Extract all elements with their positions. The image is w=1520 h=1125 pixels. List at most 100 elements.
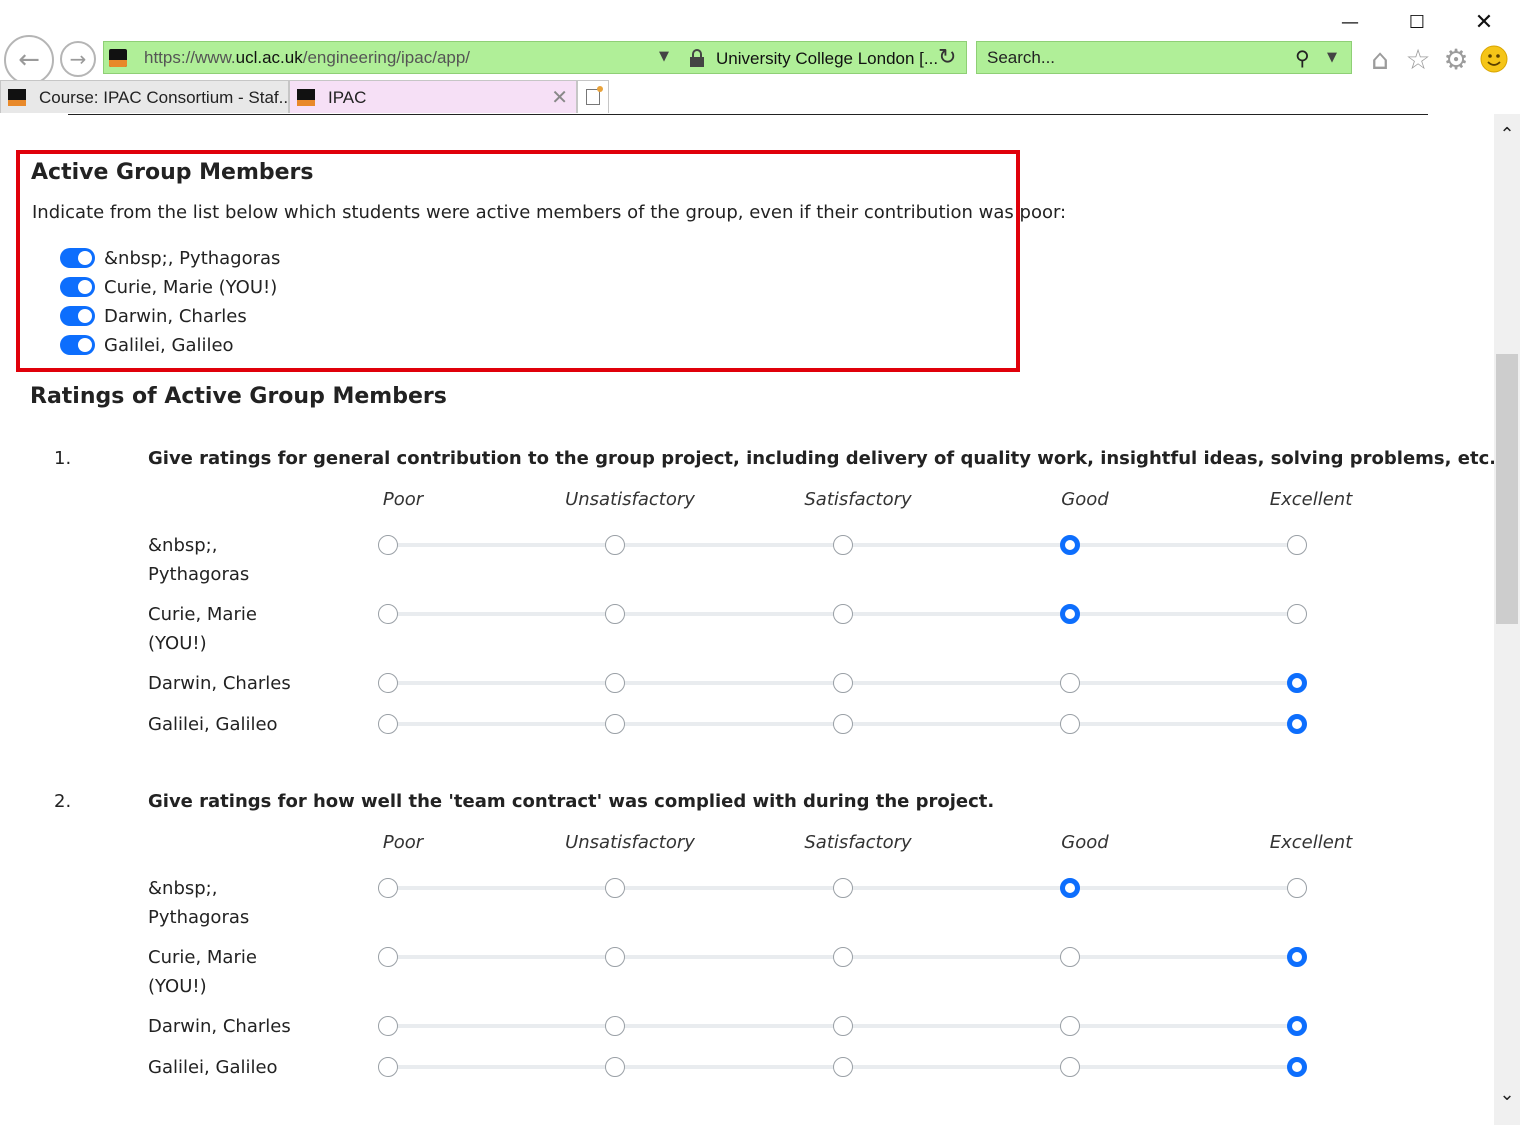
rating-radio-excellent[interactable]	[1287, 1016, 1307, 1036]
rating-row-name: Curie, Marie (YOU!)	[148, 604, 257, 654]
address-bar[interactable]: https://www.ucl.ac.uk/engineering/ipac/a…	[103, 41, 967, 74]
member-toggle-row: Curie, Marie (YOU!)	[60, 275, 277, 299]
search-icon[interactable]: ⚲	[1295, 46, 1310, 70]
scale-label-satisfactory: Satisfactory	[804, 832, 912, 853]
rating-radio-excellent[interactable]	[1287, 535, 1307, 555]
scrollbar-thumb[interactable]	[1496, 354, 1518, 624]
scale-label-good: Good	[1061, 832, 1109, 853]
search-box[interactable]: Search... ⚲ ▼	[976, 41, 1352, 74]
tab-favicon-icon	[297, 89, 315, 106]
rating-radio-unsatisfactory[interactable]	[605, 673, 625, 693]
address-dropdown-icon[interactable]: ▼	[659, 49, 669, 64]
question-number: 2.	[54, 791, 72, 812]
rating-radio-unsatisfactory[interactable]	[605, 947, 625, 967]
scale-label-excellent: Excellent	[1269, 489, 1353, 510]
scale-label-poor: Poor	[382, 832, 424, 853]
rating-radio-poor[interactable]	[378, 878, 398, 898]
rating-radio-unsatisfactory[interactable]	[605, 714, 625, 734]
rating-radio-excellent[interactable]	[1287, 714, 1307, 734]
scrollbar[interactable]: ⌃ ⌄	[1494, 114, 1520, 1125]
ratings-title: Ratings of Active Group Members	[30, 384, 447, 409]
search-dropdown-icon[interactable]: ▼	[1327, 50, 1337, 65]
question-text: Give ratings for how well the 'team cont…	[148, 791, 995, 812]
member-name: &nbsp;, Pythagoras	[104, 247, 281, 269]
rating-radio-unsatisfactory[interactable]	[605, 604, 625, 624]
tab-label: Course: IPAC Consortium - Staf...	[39, 88, 293, 107]
scroll-up-icon[interactable]: ⌃	[1494, 124, 1520, 145]
rating-radio-poor[interactable]	[378, 947, 398, 967]
rating-row-name: Galilei, Galileo	[148, 714, 278, 735]
scale-label-unsatisfactory: Unsatisfactory	[565, 489, 695, 510]
maximize-icon[interactable]: ☐	[1397, 8, 1437, 36]
rating-radio-good[interactable]	[1060, 673, 1080, 693]
question-text: Give ratings for general contribution to…	[148, 448, 1494, 469]
rating-radio-satisfactory[interactable]	[833, 1016, 853, 1036]
new-tab-icon	[586, 86, 603, 105]
rating-radio-poor[interactable]	[378, 1057, 398, 1077]
feedback-smiley-icon[interactable]	[1478, 43, 1510, 75]
site-favicon-icon	[109, 49, 127, 67]
rating-radio-good[interactable]	[1060, 535, 1080, 555]
tab-strip: Course: IPAC Consortium - Staf... IPAC ✕	[0, 80, 1520, 114]
divider	[68, 114, 1428, 115]
forward-icon[interactable]: →	[60, 41, 96, 77]
active-member-switch[interactable]	[60, 248, 95, 268]
rating-radio-good[interactable]	[1060, 714, 1080, 734]
rating-radio-poor[interactable]	[378, 604, 398, 624]
section-description: Indicate from the list below which stude…	[32, 202, 1067, 223]
refresh-icon[interactable]: ↻	[938, 45, 956, 70]
favorites-star-icon[interactable]: ☆	[1402, 43, 1434, 76]
settings-gear-icon[interactable]: ⚙	[1440, 43, 1472, 76]
rating-radio-unsatisfactory[interactable]	[605, 878, 625, 898]
minimize-icon[interactable]: —	[1330, 8, 1370, 36]
url-text[interactable]: https://www.ucl.ac.uk/engineering/ipac/a…	[144, 48, 470, 68]
rating-radio-excellent[interactable]	[1287, 947, 1307, 967]
rating-radio-satisfactory[interactable]	[833, 535, 853, 555]
rating-radio-unsatisfactory[interactable]	[605, 1057, 625, 1077]
lock-icon[interactable]	[689, 49, 705, 67]
new-tab-button[interactable]	[577, 80, 609, 113]
scale-label-good: Good	[1061, 489, 1109, 510]
site-identity[interactable]: University College London [...	[716, 49, 938, 69]
rating-radio-poor[interactable]	[378, 535, 398, 555]
rating-radio-satisfactory[interactable]	[833, 604, 853, 624]
member-name: Curie, Marie (YOU!)	[104, 276, 278, 298]
rating-radio-poor[interactable]	[378, 1016, 398, 1036]
home-icon[interactable]: ⌂	[1364, 43, 1396, 76]
rating-radio-poor[interactable]	[378, 673, 398, 693]
scroll-down-icon[interactable]: ⌄	[1494, 1084, 1520, 1105]
rating-row-name: Darwin, Charles	[148, 1016, 291, 1037]
rating-radio-satisfactory[interactable]	[833, 714, 853, 734]
rating-radio-good[interactable]	[1060, 1016, 1080, 1036]
scale-label-excellent: Excellent	[1269, 832, 1353, 853]
rating-radio-good[interactable]	[1060, 947, 1080, 967]
rating-radio-good[interactable]	[1060, 878, 1080, 898]
rating-radio-excellent[interactable]	[1287, 604, 1307, 624]
rating-radio-excellent[interactable]	[1287, 1057, 1307, 1077]
rating-radio-satisfactory[interactable]	[833, 673, 853, 693]
rating-radio-satisfactory[interactable]	[833, 947, 853, 967]
rating-radio-satisfactory[interactable]	[833, 1057, 853, 1077]
rating-radio-unsatisfactory[interactable]	[605, 535, 625, 555]
close-window-icon[interactable]: ✕	[1464, 8, 1504, 36]
member-toggle-row: Darwin, Charles	[60, 304, 247, 328]
rating-radio-excellent[interactable]	[1287, 878, 1307, 898]
rating-radio-excellent[interactable]	[1287, 673, 1307, 693]
close-tab-icon[interactable]: ✕	[551, 85, 568, 109]
member-toggle-row: &nbsp;, Pythagoras	[60, 246, 280, 270]
active-member-switch[interactable]	[60, 335, 95, 355]
active-member-switch[interactable]	[60, 277, 95, 297]
tab-ipac[interactable]: IPAC ✕	[289, 80, 577, 113]
rating-row-name: Darwin, Charles	[148, 673, 291, 694]
search-input[interactable]: Search...	[987, 48, 1055, 68]
question-number: 1.	[54, 448, 72, 469]
active-member-switch[interactable]	[60, 306, 95, 326]
scale-label-satisfactory: Satisfactory	[804, 489, 912, 510]
rating-radio-poor[interactable]	[378, 714, 398, 734]
rating-radio-good[interactable]	[1060, 604, 1080, 624]
rating-radio-satisfactory[interactable]	[833, 878, 853, 898]
rating-radio-unsatisfactory[interactable]	[605, 1016, 625, 1036]
back-icon[interactable]: ←	[4, 35, 54, 85]
tab-course[interactable]: Course: IPAC Consortium - Staf...	[0, 80, 293, 113]
rating-radio-good[interactable]	[1060, 1057, 1080, 1077]
